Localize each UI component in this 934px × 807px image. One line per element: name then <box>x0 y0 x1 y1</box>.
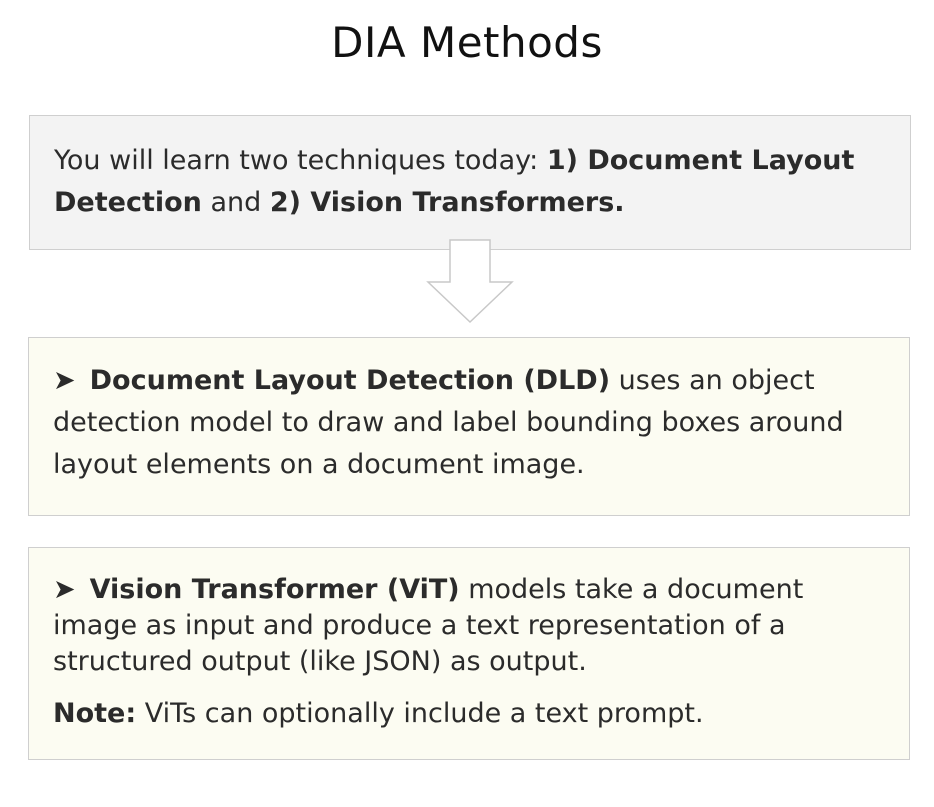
dld-card: ➤ Document Layout Detection (DLD) uses an… <box>28 337 910 516</box>
vit-card: ➤ Vision Transformer (ViT) models take a … <box>28 547 910 760</box>
dld-term: Document Layout Detection (DLD) <box>89 365 611 396</box>
intro-box: You will learn two techniques today: 1) … <box>29 115 911 250</box>
bullet-arrow-icon: ➤ <box>53 574 76 605</box>
intro-middle: and <box>201 187 270 218</box>
intro-item-vit: 2) Vision Transformers. <box>269 187 625 218</box>
page-title: DIA Methods <box>331 18 603 67</box>
vit-note: Note: ViTs can optionally include a text… <box>53 696 885 732</box>
vit-term: Vision Transformer (ViT) <box>89 574 460 605</box>
intro-prefix: You will learn two techniques today: <box>54 145 547 176</box>
bullet-arrow-icon: ➤ <box>53 365 76 396</box>
vit-paragraph: ➤ Vision Transformer (ViT) models take a … <box>53 572 885 680</box>
note-label: Note: <box>53 698 137 729</box>
down-arrow-icon <box>426 239 514 324</box>
note-text: ViTs can optionally include a text promp… <box>136 698 704 729</box>
